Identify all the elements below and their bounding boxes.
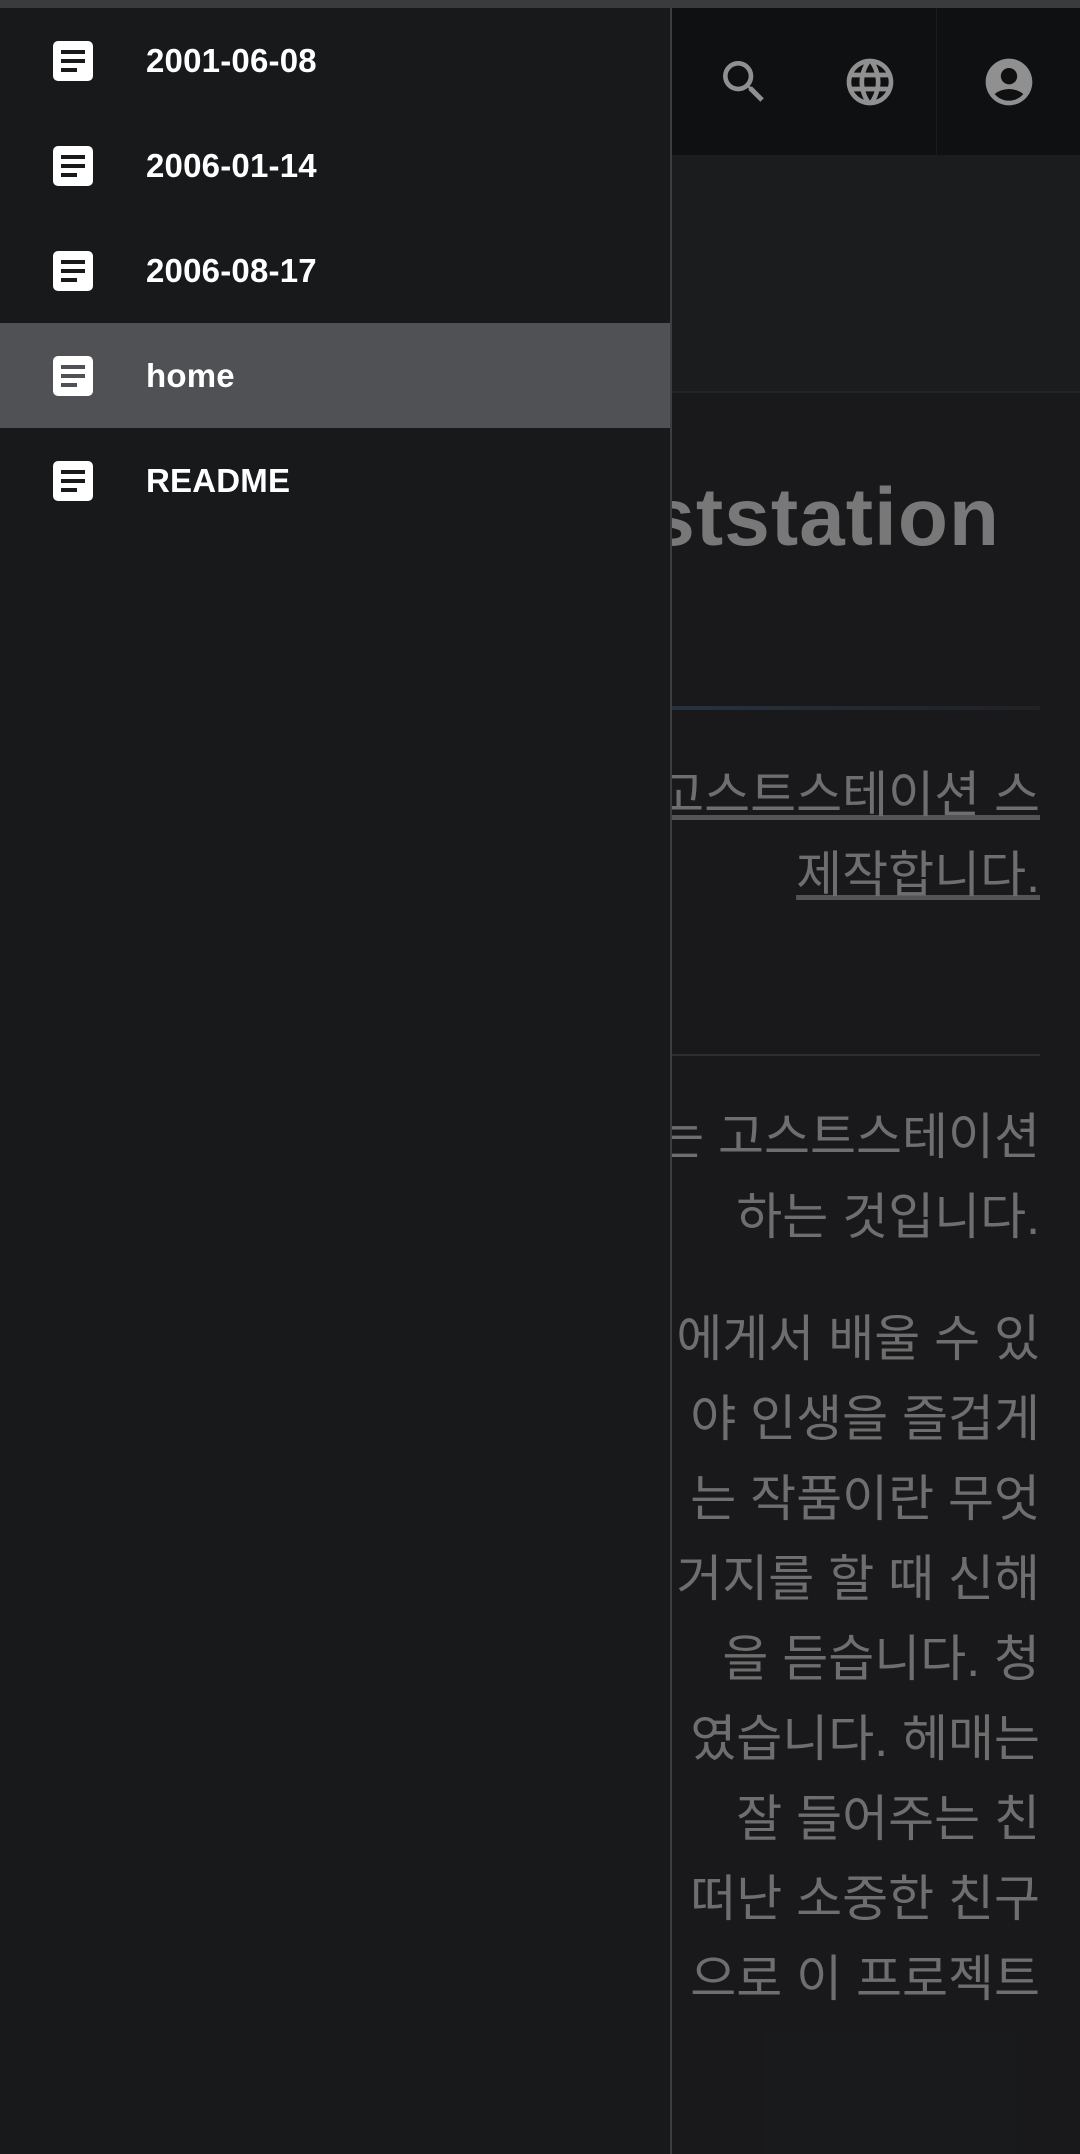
status-bar-strip (0, 0, 1080, 8)
drawer-item-label: 2006-08-17 (146, 251, 317, 289)
document-icon (49, 457, 97, 505)
document-icon (49, 352, 97, 400)
drawer-list: 2001-06-08 2006-01-14 2006-08-17 home RE… (0, 8, 670, 533)
drawer-item-label: home (146, 356, 235, 394)
drawer-item-2006-08-17[interactable]: 2006-08-17 (0, 218, 670, 323)
document-icon (49, 37, 97, 85)
document-icon (49, 247, 97, 295)
document-icon (49, 142, 97, 190)
drawer-item-home[interactable]: home (0, 323, 670, 428)
drawer-item-readme[interactable]: README (0, 428, 670, 533)
drawer-item-label: 2001-06-08 (146, 41, 317, 79)
drawer-item-2006-01-14[interactable]: 2006-01-14 (0, 113, 670, 218)
drawer-item-label: README (146, 461, 291, 499)
navigation-drawer: 2001-06-08 2006-01-14 2006-08-17 home RE… (0, 8, 672, 2154)
drawer-item-2001-06-08[interactable]: 2001-06-08 (0, 8, 670, 113)
drawer-item-label: 2006-01-14 (146, 146, 317, 184)
